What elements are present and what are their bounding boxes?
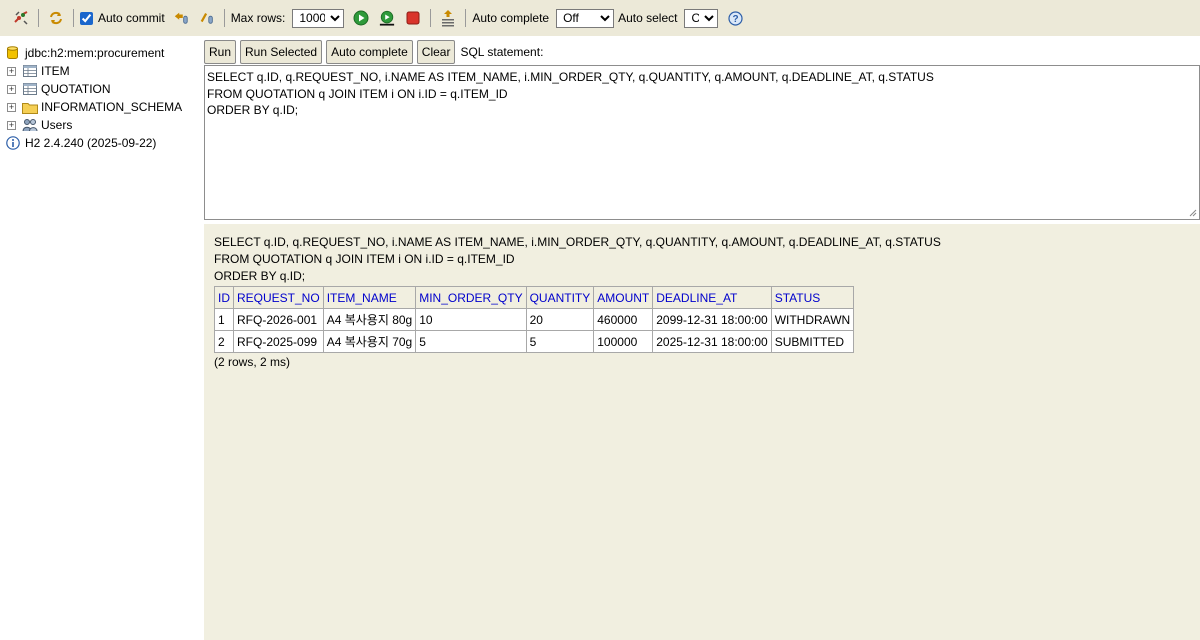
refresh-icon[interactable] bbox=[48, 10, 64, 26]
column-header[interactable]: ID bbox=[214, 286, 234, 309]
toolbar-separator bbox=[38, 9, 39, 27]
tree-item-label: Users bbox=[41, 118, 73, 132]
database-icon bbox=[6, 46, 18, 60]
result-sql-echo: SELECT q.ID, q.REQUEST_NO, i.NAME AS ITE… bbox=[214, 235, 941, 283]
column-header[interactable]: MIN_ORDER_QTY bbox=[415, 286, 527, 309]
column-header[interactable]: DEADLINE_AT bbox=[652, 286, 772, 309]
table-cell: 1 bbox=[214, 308, 234, 331]
tree-item-item[interactable]: + ITEM bbox=[6, 62, 204, 80]
auto-commit-checkbox[interactable] bbox=[80, 11, 93, 25]
run-button[interactable]: Run bbox=[204, 40, 237, 64]
table-cell: 2099-12-31 18:00:00 bbox=[652, 308, 772, 331]
folder-icon bbox=[22, 100, 38, 114]
info-icon bbox=[6, 136, 20, 150]
table-cell: A4 복사용지 80g bbox=[322, 308, 417, 331]
help-icon[interactable]: ? bbox=[727, 10, 743, 26]
rollback-icon[interactable] bbox=[173, 10, 189, 26]
result-summary: (2 rows, 2 ms) bbox=[214, 355, 291, 369]
run-icon[interactable] bbox=[353, 10, 369, 26]
result-panel: SELECT q.ID, q.REQUEST_NO, i.NAME AS ITE… bbox=[204, 224, 1200, 640]
tree-item-quotation[interactable]: + QUOTATION bbox=[6, 80, 204, 98]
stop-icon[interactable] bbox=[405, 10, 421, 26]
toolbar: Auto commit Max rows: 1000 Auto complete… bbox=[0, 0, 1200, 36]
tree-connection-label: jdbc:h2:mem:procurement bbox=[25, 46, 165, 60]
tree-item-label: INFORMATION_SCHEMA bbox=[41, 100, 183, 114]
toolbar-separator bbox=[223, 9, 225, 27]
tree-connection[interactable]: jdbc:h2:mem:procurement bbox=[6, 44, 204, 62]
table-cell: 5 bbox=[525, 330, 595, 353]
table-cell: 2 bbox=[214, 330, 234, 353]
toolbar-separator bbox=[73, 9, 74, 27]
clear-button[interactable]: Clear bbox=[416, 40, 456, 64]
history-icon[interactable] bbox=[440, 10, 456, 27]
sql-button-bar: Run Run Selected Auto complete Clear SQL… bbox=[204, 40, 543, 64]
tree-version-label: H2 2.4.240 (2025-09-22) bbox=[25, 136, 157, 150]
auto-commit-label: Auto commit bbox=[98, 11, 165, 25]
max-rows-label: Max rows: bbox=[230, 11, 286, 25]
expand-icon[interactable]: + bbox=[7, 84, 16, 94]
table-cell: WITHDRAWN bbox=[770, 308, 855, 331]
toolbar-separator bbox=[430, 9, 432, 27]
auto-complete-select[interactable]: Off bbox=[556, 8, 615, 28]
expand-icon[interactable]: + bbox=[7, 102, 16, 112]
auto-select-label: Auto select bbox=[618, 11, 678, 25]
column-header[interactable]: QUANTITY bbox=[525, 286, 595, 309]
tree-item-users[interactable]: + Users bbox=[6, 116, 204, 134]
tree-version: H2 2.4.240 (2025-09-22) bbox=[6, 134, 204, 152]
table-cell: SUBMITTED bbox=[770, 330, 855, 353]
help-glyph: ? bbox=[732, 14, 738, 25]
table-cell: 100000 bbox=[593, 330, 654, 353]
table-row: 2 RFQ-2025-099 A4 복사용지 70g 5 5 100000 20… bbox=[214, 330, 855, 353]
table-cell: 2025-12-31 18:00:00 bbox=[652, 330, 772, 353]
commit-icon[interactable] bbox=[199, 10, 215, 26]
result-header-row: ID REQUEST_NO ITEM_NAME MIN_ORDER_QTY QU… bbox=[214, 286, 855, 309]
column-header[interactable]: REQUEST_NO bbox=[233, 286, 324, 309]
column-header[interactable]: ITEM_NAME bbox=[322, 286, 417, 309]
auto-complete-button[interactable]: Auto complete bbox=[326, 40, 413, 64]
resize-grip-icon[interactable] bbox=[1189, 209, 1197, 217]
result-table: ID REQUEST_NO ITEM_NAME MIN_ORDER_QTY QU… bbox=[214, 286, 855, 353]
table-cell: 460000 bbox=[593, 308, 654, 331]
tree-item-information-schema[interactable]: + INFORMATION_SCHEMA bbox=[6, 98, 204, 116]
table-cell: RFQ-2025-099 bbox=[233, 330, 324, 353]
auto-complete-label: Auto complete bbox=[472, 11, 550, 25]
run-selected-button[interactable]: Run Selected bbox=[240, 40, 323, 64]
users-icon bbox=[22, 118, 38, 132]
column-header[interactable]: AMOUNT bbox=[593, 286, 654, 309]
run-selected-icon[interactable] bbox=[379, 10, 395, 26]
tree-item-label: QUOTATION bbox=[41, 82, 111, 96]
sql-editor[interactable]: SELECT q.ID, q.REQUEST_NO, i.NAME AS ITE… bbox=[204, 65, 1200, 220]
schema-tree: jdbc:h2:mem:procurement + ITEM + QUOTATI… bbox=[0, 36, 204, 640]
expand-icon[interactable]: + bbox=[7, 66, 16, 76]
table-cell: 20 bbox=[525, 308, 595, 331]
auto-select-select[interactable]: On bbox=[684, 8, 719, 28]
table-row: 1 RFQ-2026-001 A4 복사용지 80g 10 20 460000 … bbox=[214, 308, 855, 331]
table-cell: A4 복사용지 70g bbox=[322, 330, 417, 353]
tree-item-label: ITEM bbox=[41, 64, 70, 78]
table-cell: 10 bbox=[415, 308, 527, 331]
expand-icon[interactable]: + bbox=[7, 120, 16, 130]
table-cell: RFQ-2026-001 bbox=[233, 308, 324, 331]
disconnect-icon[interactable] bbox=[13, 10, 29, 26]
max-rows-select[interactable]: 1000 bbox=[292, 8, 345, 28]
toolbar-separator bbox=[465, 9, 467, 27]
sql-statement-label: SQL statement: bbox=[460, 45, 544, 59]
table-icon bbox=[22, 64, 38, 78]
table-cell: 5 bbox=[415, 330, 527, 353]
sql-panel: Run Run Selected Auto complete Clear SQL… bbox=[204, 36, 1200, 224]
column-header[interactable]: STATUS bbox=[770, 286, 855, 309]
table-icon bbox=[22, 82, 38, 96]
